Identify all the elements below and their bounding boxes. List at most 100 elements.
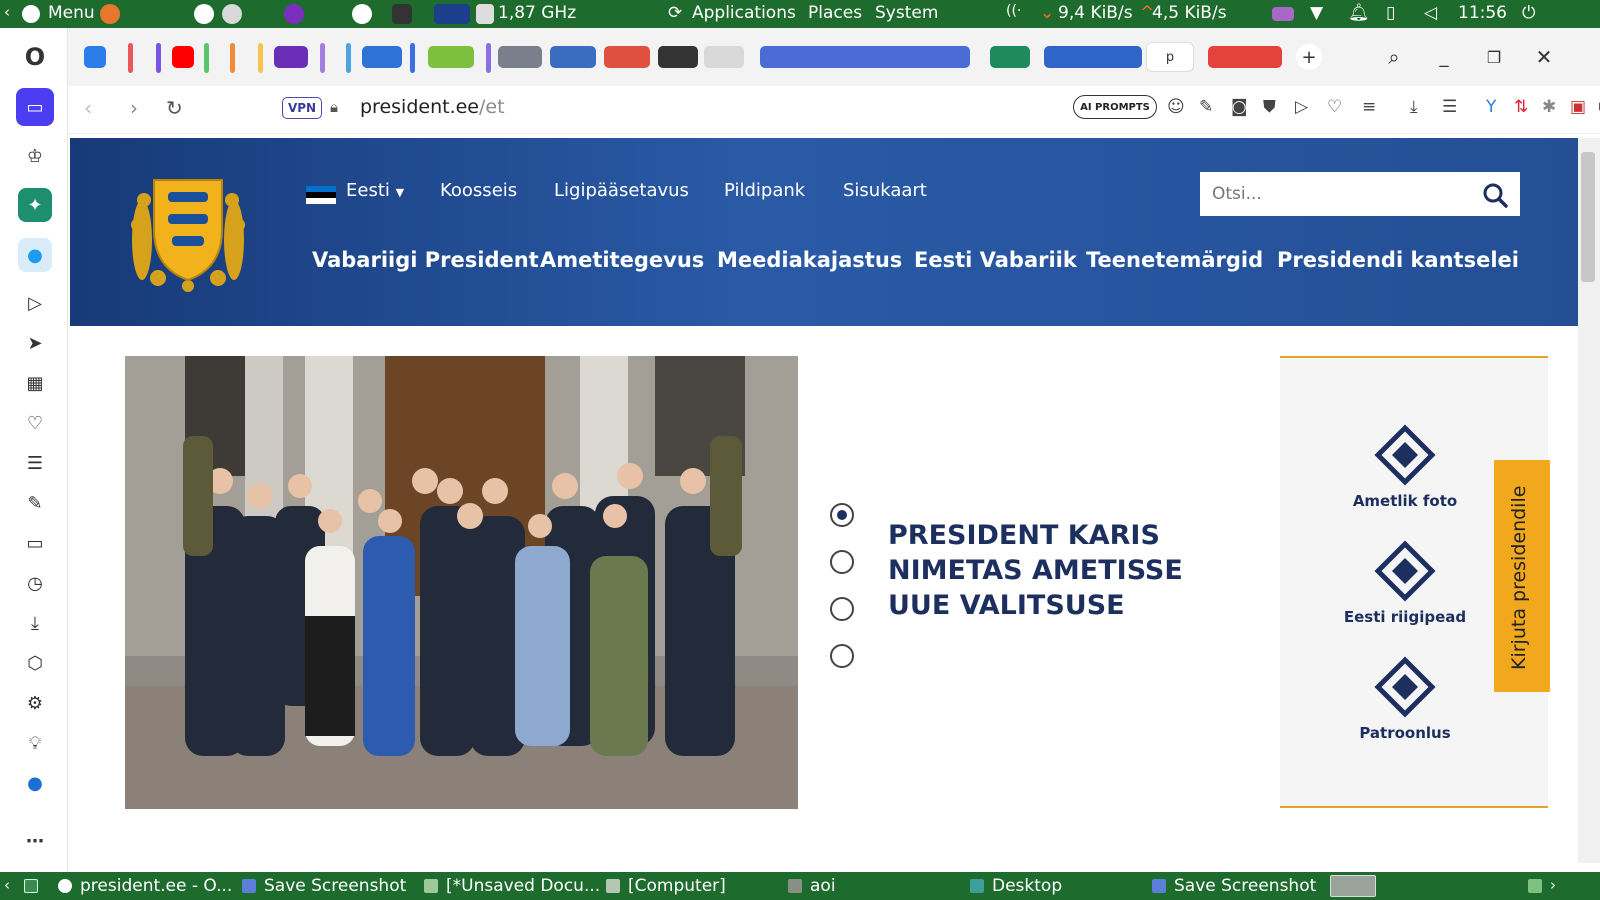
tab-youtube-icon[interactable] [172, 46, 194, 68]
nav-vabariigi-president[interactable]: Vabariigi President [312, 248, 539, 272]
tab-pill-blue-2[interactable] [410, 43, 415, 73]
send-icon[interactable]: ▷ [1295, 97, 1308, 117]
tabs-icon[interactable]: ▭ [22, 530, 48, 556]
workspace-switcher[interactable] [1330, 875, 1376, 897]
clock-time[interactable]: 11:56 [1458, 3, 1507, 23]
tab-group-icons-7[interactable] [760, 46, 970, 68]
workspace-icon[interactable]: ▭ [16, 88, 54, 126]
apps-logo-icon[interactable]: ⟳ [668, 3, 682, 23]
close-window-button[interactable]: ✕ [1530, 42, 1558, 72]
extension-y-icon[interactable]: Y [1486, 97, 1496, 117]
task-computer[interactable]: [Computer] [628, 876, 726, 896]
tab-wikipedia-icon[interactable] [704, 46, 744, 68]
extension-puzzle-icon[interactable]: ✱ [1542, 97, 1556, 117]
opera-logo-icon[interactable]: O [22, 43, 48, 71]
nav-link-pildipank[interactable]: Pildipank [724, 180, 805, 201]
battery-saver-icon[interactable]: ≡ [1362, 97, 1376, 117]
back-button[interactable]: ‹ [84, 96, 92, 120]
tab-pill-orange[interactable] [230, 43, 235, 73]
quick-link-ametlik-foto[interactable]: Ametlik foto [1320, 422, 1490, 510]
nav-link-koosseis[interactable]: Koosseis [440, 180, 517, 201]
restore-window-button[interactable]: ❐ [1480, 42, 1508, 72]
tab-pill-green[interactable] [204, 43, 209, 73]
media-indicator-icon[interactable] [1272, 7, 1294, 21]
send-icon[interactable]: ➤ [22, 330, 48, 356]
wifi-icon[interactable]: ▼ [1310, 3, 1323, 23]
tab-pill-violet[interactable] [320, 43, 325, 73]
tab-group-icons-4[interactable] [550, 46, 596, 68]
slider-dot-3[interactable] [830, 597, 854, 621]
player-icon[interactable]: ▷ [22, 290, 48, 316]
reload-button[interactable]: ↻ [166, 96, 183, 120]
nav-presidendi-kantselei[interactable]: Presidendi kantselei [1277, 248, 1519, 272]
slider-dot-2[interactable] [830, 550, 854, 574]
nav-teenetemargid[interactable]: Teenetemärgid [1086, 248, 1263, 272]
task-browser[interactable]: president.ee - O... [80, 876, 232, 896]
download-icon[interactable]: ⤓ [1410, 97, 1418, 117]
taskbar-right-arrow-icon[interactable]: › [1550, 876, 1556, 894]
menu-logo-icon[interactable] [22, 5, 40, 23]
tab-yc-icon[interactable] [274, 46, 308, 68]
edit-icon[interactable]: ✎ [22, 490, 48, 516]
tab-favicon-y[interactable] [84, 46, 106, 68]
tab-pill-yellow[interactable] [258, 43, 263, 73]
tab-group-icons-9[interactable] [1208, 46, 1282, 68]
places-menu[interactable]: Places [808, 3, 862, 23]
lock-icon[interactable]: 🔒︎ [330, 98, 338, 116]
tab-search-icon[interactable]: ⌕ [1380, 42, 1408, 72]
opera-icon[interactable] [352, 4, 372, 24]
task-desktop[interactable]: Desktop [992, 876, 1062, 896]
tab-active-president[interactable]: p [1146, 42, 1194, 72]
app-purple-icon[interactable] [284, 4, 304, 24]
apps-grid-icon[interactable]: ▦ [22, 370, 48, 396]
task-unsaved-document[interactable]: [*Unsaved Docu... [446, 876, 600, 896]
taskbar-left-arrow-icon[interactable]: ‹ [4, 876, 10, 894]
tab-pill-purple[interactable] [156, 43, 161, 73]
tab-pill-red[interactable] [128, 43, 133, 73]
coat-of-arms-logo[interactable] [124, 170, 252, 292]
page-scrollbar[interactable] [1578, 138, 1600, 863]
settings-icon[interactable]: ⚙ [22, 690, 48, 716]
tab-group-icons-6[interactable] [658, 46, 698, 68]
new-tab-button[interactable]: + [1296, 44, 1322, 70]
chevron-left-icon[interactable]: ‹ [4, 3, 10, 21]
nav-ametitegevus[interactable]: Ametitegevus [540, 248, 704, 272]
firefox-icon[interactable] [100, 4, 120, 24]
minimize-window-button[interactable]: _ [1430, 42, 1458, 72]
estonian-flag-icon[interactable] [306, 186, 336, 204]
downloads-icon[interactable]: ⤓ [22, 610, 48, 636]
power-icon[interactable]: ⏻ [1522, 3, 1535, 23]
url-field[interactable]: president.ee/et [360, 96, 505, 118]
language-dropdown[interactable]: Eesti ▼ [346, 180, 404, 201]
tab-group-icons-8[interactable] [1044, 46, 1142, 68]
nav-eesti-vabariik[interactable]: Eesti Vabariik [914, 248, 1077, 272]
tab-group-icons-5[interactable] [604, 46, 650, 68]
scrollbar-thumb[interactable] [1581, 152, 1595, 282]
shield-icon[interactable]: ⛊ [1263, 97, 1276, 117]
bell-icon[interactable]: 🔔︎ [1348, 3, 1370, 23]
ai-prompts-button[interactable]: AI PROMPTS [1073, 95, 1157, 119]
system-menu[interactable]: System [875, 3, 938, 23]
government-group-photo[interactable] [125, 356, 798, 809]
write-to-president-button[interactable]: Kirjuta presidendile [1494, 460, 1550, 692]
show-desktop-icon[interactable] [24, 879, 38, 893]
nav-meediakajastus[interactable]: Meediakajastus [717, 248, 902, 272]
tab-group-icons-1[interactable] [362, 46, 402, 68]
app-settings-icon[interactable] [222, 4, 242, 24]
trash-icon[interactable] [1528, 879, 1542, 893]
heart-icon[interactable]: ♡ [22, 410, 48, 436]
app-a-icon[interactable] [194, 4, 214, 24]
nav-link-sisukaart[interactable]: Sisukaart [843, 180, 927, 201]
news-icon[interactable]: ☰ [22, 450, 48, 476]
quick-link-eesti-riigipead[interactable]: Eesti riigipead [1320, 538, 1490, 626]
cube-icon[interactable]: ⬡ [22, 650, 48, 676]
tab-group-icons-3[interactable] [498, 46, 542, 68]
history-icon[interactable]: ◷ [22, 570, 48, 596]
volume-icon[interactable]: ◁ [1424, 3, 1437, 23]
search-icon[interactable] [1482, 182, 1508, 208]
camera-icon[interactable]: ◙ [1231, 97, 1248, 117]
crown-icon[interactable]: ♔ [22, 143, 48, 169]
task-save-screenshot-2[interactable]: Save Screenshot [1174, 876, 1316, 896]
vpn-badge[interactable]: VPN [282, 97, 322, 119]
battery-icon[interactable]: ▯ [1386, 3, 1395, 23]
